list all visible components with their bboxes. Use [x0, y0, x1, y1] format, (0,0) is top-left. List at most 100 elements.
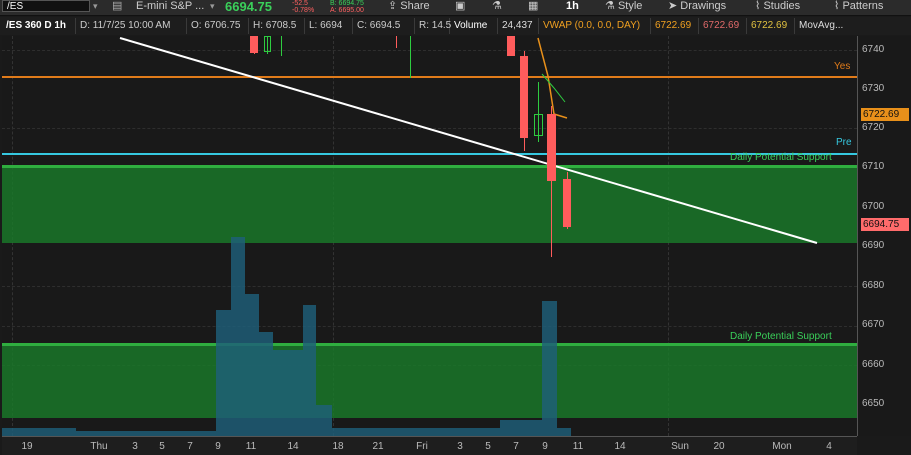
grid-button[interactable]: ▦: [528, 0, 538, 15]
grid-icon: ▦: [528, 0, 539, 12]
time-tick: Sun: [671, 441, 689, 452]
time-tick: 20: [713, 441, 725, 452]
volume-label: Volume: [450, 18, 498, 34]
candle-wick: [410, 36, 411, 78]
price-tick: 6660: [862, 359, 885, 370]
drawings-button[interactable]: ➤ Drawings: [668, 0, 726, 15]
chart-info-bar: /ES 360 D 1h D: 11/7/25 10:00 AM O: 6706…: [0, 17, 911, 35]
time-tick: 9: [542, 441, 548, 452]
bid-price: B: 6694.75: [330, 0, 364, 7]
time-tick: 21: [372, 441, 384, 452]
price-chart[interactable]: Yes Pre Daily Potential Support Daily Po…: [2, 36, 857, 436]
studies-label: Studies: [763, 0, 801, 12]
candle-down: [547, 114, 556, 181]
time-tick: 9: [215, 441, 221, 452]
bar-low: L: 6694: [305, 18, 353, 34]
bar-date: D: 11/7/25 10:00 AM: [76, 18, 187, 34]
candle-wick: [281, 36, 282, 56]
change-block: -52.5 -0.78%: [292, 0, 314, 15]
flask-icon: ⚗: [492, 0, 502, 12]
time-tick: 5: [485, 441, 491, 452]
change-value: -52.5: [292, 0, 308, 7]
trendline[interactable]: [119, 37, 818, 244]
price-tick: 6670: [862, 319, 885, 330]
instrument-dropdown-icon[interactable]: ▾: [210, 0, 215, 15]
time-tick: 18: [332, 441, 344, 452]
chart-title: /ES 360 D 1h: [2, 18, 76, 34]
candle-down: [563, 179, 571, 227]
candle-wick: [396, 36, 397, 48]
cursor-icon: ➤: [668, 0, 678, 12]
price-tick: 6710: [862, 161, 885, 172]
time-tick: 3: [457, 441, 463, 452]
vwap-value-3: 6722.69: [747, 18, 795, 34]
time-tick: Mon: [772, 441, 792, 452]
time-tick: Thu: [90, 441, 108, 452]
time-tick: 11: [572, 441, 584, 452]
camera-icon: ▣: [455, 0, 466, 12]
symbol-text: /ES: [7, 1, 24, 12]
price-tick: 6690: [862, 240, 885, 251]
candle-down: [520, 56, 528, 138]
chart-toolbar: /ES ▾ ▤ E-mini S&P ... ▾ 6694.75 -52.5 -…: [0, 0, 911, 16]
studies-button[interactable]: ⌇ Studies: [755, 0, 800, 15]
patterns-button[interactable]: ⌇ Patterns: [834, 0, 883, 15]
share-icon: ⇪: [388, 0, 398, 12]
share-button[interactable]: ⇪ Share: [388, 0, 430, 15]
patterns-label: Patterns: [842, 0, 884, 12]
last-price-badge: 6694.75: [861, 218, 909, 231]
interval-button[interactable]: 1h: [566, 0, 579, 15]
price-tick: 6730: [862, 83, 885, 94]
candle-up: [264, 36, 271, 52]
share-label: Share: [400, 0, 430, 12]
price-tick: 6650: [862, 398, 885, 409]
last-price: 6694.75: [225, 0, 272, 14]
style-icon: ⚗: [605, 0, 615, 12]
instrument-icon: ▤: [112, 0, 123, 12]
time-tick: 19: [21, 441, 33, 452]
flask-button[interactable]: ⚗: [492, 0, 502, 15]
candle-up: [534, 114, 543, 136]
time-tick: Fri: [416, 441, 428, 452]
patterns-icon: ⌇: [834, 0, 840, 12]
bar-close: C: 6694.5: [353, 18, 415, 34]
trend-overlay: [119, 37, 818, 244]
bid-ask-block: B: 6694.75 A: 6695.00: [330, 0, 364, 15]
candle-down: [250, 36, 258, 53]
time-tick: 7: [187, 441, 193, 452]
time-tick: 14: [614, 441, 626, 452]
bar-range: R: 14.5: [415, 18, 451, 34]
time-tick: 5: [159, 441, 165, 452]
time-tick: 11: [245, 441, 257, 452]
bar-high: H: 6708.5: [249, 18, 305, 34]
time-tick: 3: [132, 441, 138, 452]
price-tick: 6740: [862, 44, 885, 55]
price-axis[interactable]: 6740 6730 6720 6710 6700 6690 6680 6670 …: [857, 36, 911, 436]
time-axis[interactable]: 19 Thu 3 5 7 9 11 14 18 21 Fri 3 5 7 9 1…: [2, 436, 857, 455]
bar-open: O: 6706.75: [187, 18, 249, 34]
drawings-label: Drawings: [680, 0, 727, 12]
style-button[interactable]: ⚗ Style: [605, 0, 642, 15]
time-tick: 7: [513, 441, 519, 452]
ask-price: A: 6695.00: [330, 7, 364, 14]
vwap-line: [537, 37, 568, 119]
style-label: Style: [617, 0, 643, 12]
time-tick: 4: [826, 441, 832, 452]
vwap-value-2: 6722.69: [699, 18, 747, 34]
price-tick: 6700: [862, 201, 885, 212]
instrument-name: E-mini S&P ...: [136, 0, 205, 12]
volume-value: 24,437: [498, 18, 539, 34]
movavg-label[interactable]: MovAvg...: [795, 18, 857, 34]
candle-down: [507, 36, 515, 56]
vwap-label: VWAP (0.0, 0.0, DAY): [539, 18, 651, 34]
symbol-dropdown-icon[interactable]: ▾: [93, 0, 98, 15]
change-percent: -0.78%: [292, 7, 315, 14]
price-tick: 6680: [862, 280, 885, 291]
time-tick: 14: [287, 441, 299, 452]
studies-icon: ⌇: [755, 0, 761, 12]
snapshot-button[interactable]: ▣: [455, 0, 465, 15]
price-tick: 6720: [862, 122, 885, 133]
vwap-value-1: 6722.69: [651, 18, 699, 34]
vwap-price-badge: 6722.69: [861, 108, 909, 121]
symbol-input[interactable]: /ES: [2, 0, 90, 12]
